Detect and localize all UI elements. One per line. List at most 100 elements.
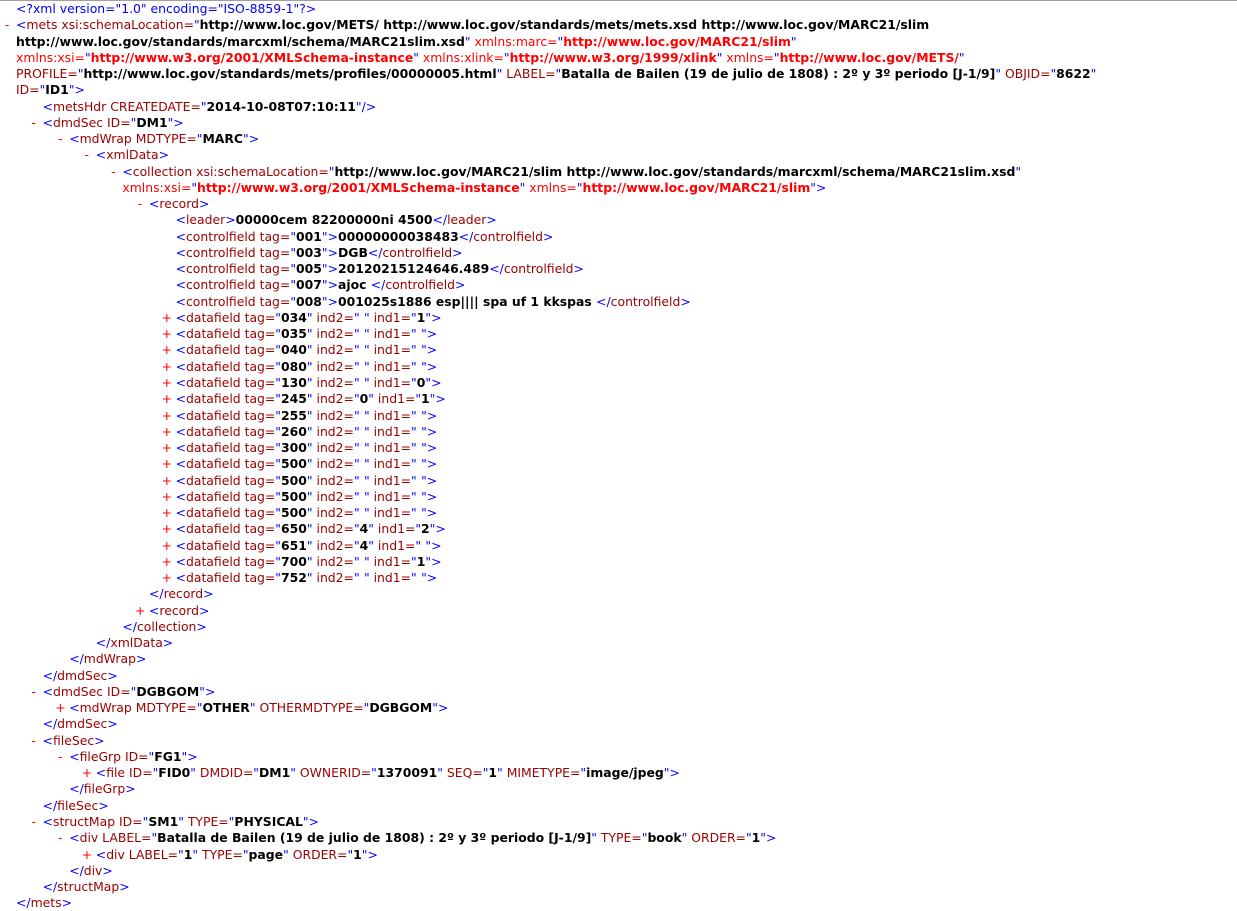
- markup: ">: [302, 814, 320, 829]
- markup: </: [458, 228, 474, 244]
- expand-toggle[interactable]: +: [82, 847, 92, 863]
- expand-toggle[interactable]: +: [162, 456, 172, 472]
- xml-line-content: <mdWrap MDTYPE="MARC">: [69, 131, 259, 147]
- expand-toggle[interactable]: +: [162, 473, 172, 489]
- attribute-value: http://www.loc.gov/standards/marcxml/sch…: [16, 33, 465, 49]
- expand-toggle[interactable]: +: [162, 554, 172, 570]
- attribute-name: ind1=: [369, 456, 412, 472]
- expand-toggle[interactable]: +: [162, 570, 172, 586]
- attribute-name: tag=: [240, 505, 276, 521]
- expand-toggle[interactable]: +: [162, 521, 172, 537]
- expand-toggle[interactable]: +: [162, 310, 172, 326]
- markup: >: [198, 196, 210, 212]
- namespace-attribute: xmlns:xlink=: [418, 49, 504, 65]
- expand-toggle[interactable]: +: [162, 326, 172, 342]
- markup: ">: [432, 700, 449, 716]
- xml-line-content: </collection>: [122, 619, 206, 635]
- namespace-value: http://www.w3.org/2001/XMLSchema-instanc…: [90, 49, 414, 65]
- markup: ">: [425, 374, 442, 390]
- attribute-value: 650: [280, 521, 307, 537]
- xml-line-content: <div LABEL="1" TYPE="page" ORDER="1">: [96, 847, 378, 863]
- attribute-name: TYPE=: [183, 814, 229, 829]
- attribute-name: tag=: [240, 537, 276, 553]
- xml-line-content: <datafield tag="500" ind2=" " ind1=" ">: [176, 473, 438, 489]
- attribute-value: Batalla de Bailen (19 de julio de 1808) …: [157, 830, 592, 846]
- collapse-toggle[interactable]: -: [29, 733, 39, 749]
- attribute-name: ORDER=: [687, 830, 746, 846]
- tag-name: dmdSec: [52, 114, 104, 130]
- markup: <: [175, 521, 186, 537]
- markup: </: [42, 716, 58, 732]
- markup: </: [432, 212, 448, 228]
- xml-line-content: <controlfield tag="001">00000000038483</…: [176, 229, 554, 245]
- attribute-value: book: [647, 830, 682, 846]
- expand-toggle[interactable]: +: [162, 424, 172, 440]
- expand-toggle[interactable]: +: [82, 765, 92, 781]
- collapse-toggle[interactable]: -: [55, 749, 65, 765]
- markup: >: [98, 797, 109, 813]
- tag-name: collection: [132, 163, 193, 179]
- attribute-value: 001: [296, 228, 322, 244]
- markup: <: [149, 602, 160, 618]
- xml-line: + <datafield tag="040" ind2=" " ind1=" ">: [0, 342, 1237, 358]
- text-content: ajoc: [337, 277, 371, 293]
- attribute-name: ind1=: [369, 342, 412, 358]
- expand-toggle[interactable]: +: [162, 359, 172, 375]
- markup: </: [42, 797, 58, 813]
- markup: ": [353, 472, 360, 488]
- xml-line-content: <mdWrap MDTYPE="OTHER" OTHERMDTYPE="DGBG…: [69, 700, 448, 716]
- markup: <: [42, 114, 53, 130]
- expand-toggle[interactable]: +: [162, 538, 172, 554]
- expand-toggle[interactable]: +: [55, 700, 65, 716]
- markup: >: [225, 212, 236, 228]
- expand-toggle[interactable]: +: [162, 342, 172, 358]
- markup: ">: [361, 846, 378, 862]
- collapse-toggle[interactable]: -: [82, 147, 92, 163]
- tag-name: datafield: [185, 342, 241, 358]
- attribute-value: Batalla de Bailen (19 de julio de 1808) …: [561, 66, 996, 82]
- expand-toggle[interactable]: +: [162, 489, 172, 505]
- markup: >: [102, 862, 113, 878]
- attribute-name: ind2=: [312, 407, 354, 423]
- collapse-toggle[interactable]: -: [29, 115, 39, 131]
- markup: ">: [421, 326, 438, 342]
- collapse-toggle[interactable]: -: [2, 17, 12, 33]
- expand-toggle[interactable]: +: [162, 375, 172, 391]
- attribute-value: 1: [353, 846, 362, 862]
- xml-line-content: </dmdSec>: [43, 716, 118, 732]
- attribute-name: PROFILE=: [16, 66, 78, 82]
- markup: ">: [421, 342, 438, 358]
- expand-toggle[interactable]: +: [162, 391, 172, 407]
- xml-line: - <structMap ID="SM1" TYPE="PHYSICAL">: [0, 814, 1237, 830]
- xml-line-content: <controlfield tag="007">ajoc </controlfi…: [176, 277, 466, 293]
- tag-name: datafield: [185, 456, 241, 472]
- attribute-name: tag=: [240, 456, 276, 472]
- markup: ": [790, 33, 797, 49]
- tag-name: record: [159, 602, 199, 618]
- tag-name: div: [106, 846, 125, 862]
- attribute-name: MDTYPE=: [131, 700, 197, 716]
- expand-toggle[interactable]: +: [162, 505, 172, 521]
- markup: <: [122, 163, 133, 179]
- tag-name: datafield: [185, 537, 241, 553]
- collapse-toggle[interactable]: -: [135, 196, 145, 212]
- expand-toggle[interactable]: +: [162, 408, 172, 424]
- markup: ">: [421, 488, 438, 504]
- xml-line-content: <datafield tag="700" ind2=" " ind1="1">: [176, 554, 442, 570]
- attribute-name: xsi:schemaLocation=: [192, 163, 329, 179]
- attribute-value: 035: [280, 326, 307, 342]
- collapse-toggle[interactable]: -: [29, 684, 39, 700]
- namespace-value: http://www.loc.gov/MARC21/slim: [563, 33, 791, 49]
- collapse-toggle[interactable]: -: [55, 131, 65, 147]
- xml-line: - <fileGrp ID="FG1">: [0, 749, 1237, 765]
- attribute-name: ind2=: [312, 374, 354, 390]
- tag-name: mdWrap: [83, 651, 136, 667]
- expand-toggle[interactable]: +: [135, 603, 145, 619]
- collapse-toggle[interactable]: -: [55, 830, 65, 846]
- xml-line-content: <datafield tag="500" ind2=" " ind1=" ">: [176, 489, 438, 505]
- collapse-toggle[interactable]: -: [29, 814, 39, 830]
- attribute-name: tag=: [255, 244, 291, 260]
- expand-toggle[interactable]: +: [162, 440, 172, 456]
- collapse-toggle[interactable]: -: [108, 164, 118, 180]
- markup: ">: [421, 570, 438, 586]
